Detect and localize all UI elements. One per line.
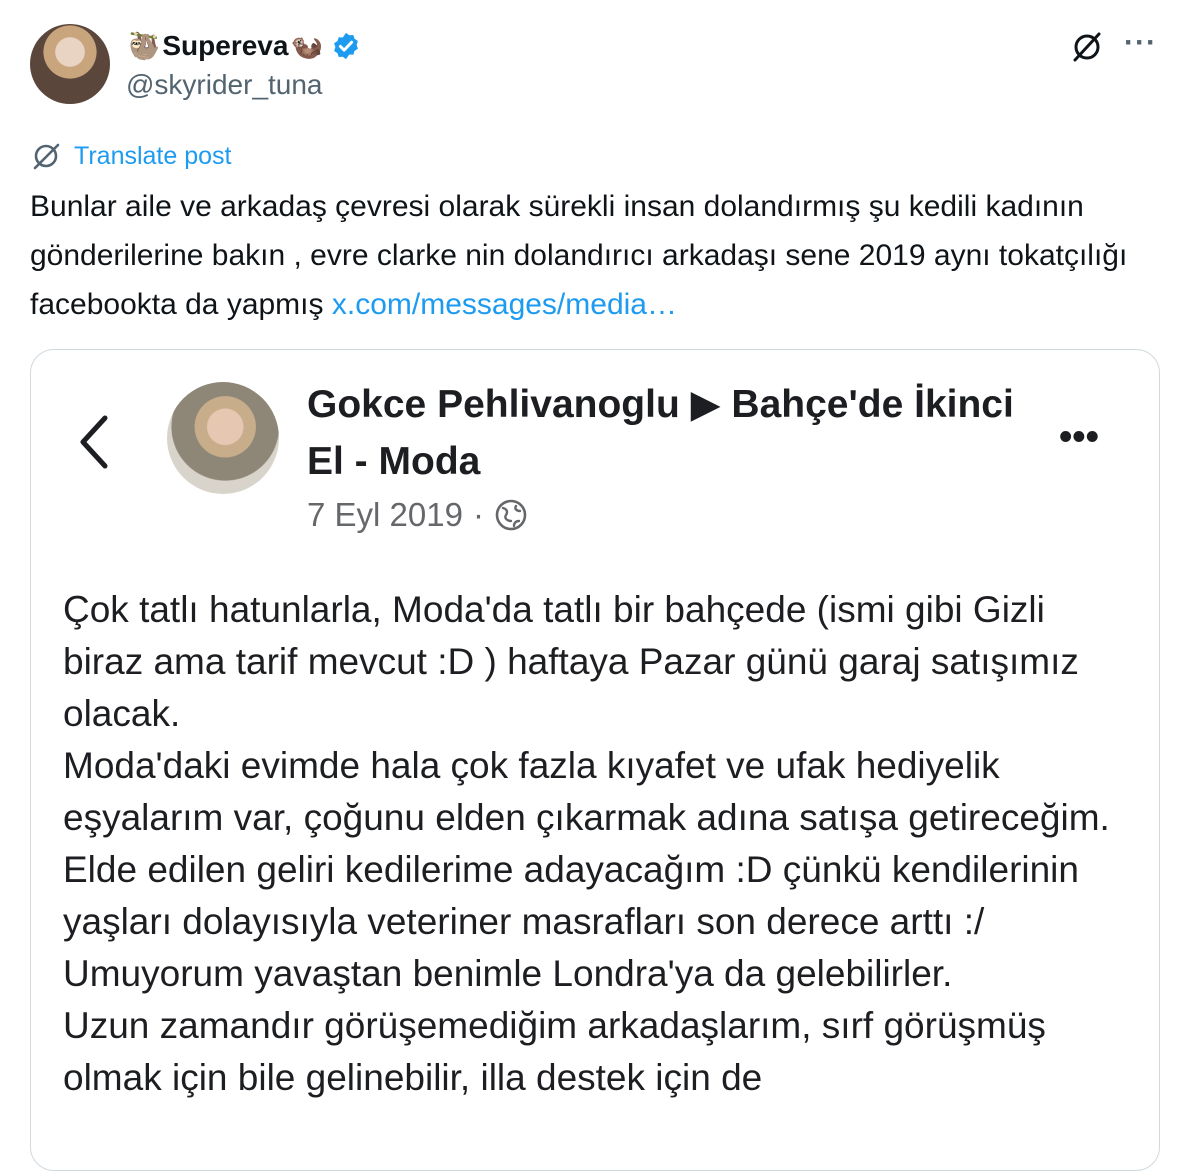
fb-more-icon: •••	[1059, 416, 1099, 458]
sloth-emoji: 🦥	[128, 30, 161, 61]
author-name-row[interactable]: 🦥 Supereva 🦦	[126, 30, 361, 62]
fb-author-avatar	[167, 382, 279, 494]
author-handle[interactable]: @skyrider_tuna	[126, 69, 323, 101]
translate-icon	[33, 143, 60, 170]
translate-post-link[interactable]: Translate post	[30, 140, 231, 172]
back-chevron-icon	[80, 415, 108, 469]
post-link[interactable]: x.com/messages/media…	[332, 288, 677, 321]
fb-post-title: Gokce Pehlivanoglu ▶ Bahçe'de İkinci El …	[307, 383, 1014, 483]
translate-label[interactable]: Translate post	[74, 142, 231, 171]
fb-post-body: Çok tatlı hatunlarla, Moda'da tatlı bir …	[63, 589, 1110, 1098]
post-text: Bunlar aile ve arkadaş çevresi olarak sü…	[30, 182, 1150, 329]
globe-icon	[495, 499, 527, 531]
more-options-icon[interactable]: ···	[1124, 26, 1157, 60]
grok-icon[interactable]	[1070, 30, 1104, 64]
attached-image[interactable]: Gokce Pehlivanoglu ▶ Bahçe'de İkinci El …	[30, 349, 1160, 1171]
otter-emoji: 🦦	[290, 30, 323, 61]
display-name[interactable]: Supereva	[162, 30, 288, 62]
verified-badge-icon	[333, 32, 358, 60]
author-avatar[interactable]	[30, 24, 110, 104]
fb-post-meta: 7 Eyl 2019 ·	[307, 496, 528, 534]
fb-post-date: 7 Eyl 2019	[307, 496, 463, 533]
fb-meta-separator: ·	[472, 496, 484, 533]
